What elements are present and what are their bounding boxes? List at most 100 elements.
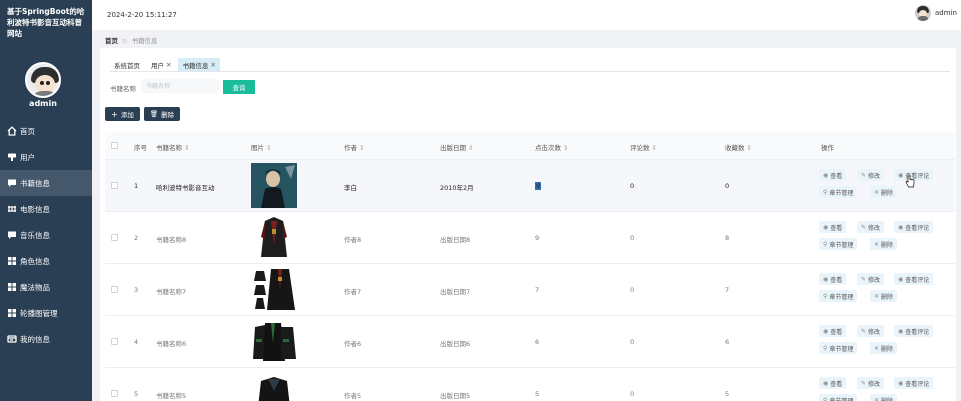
- row-checkbox[interactable]: [111, 390, 118, 397]
- view-comments-button[interactable]: ◉ 查看评论: [894, 273, 934, 285]
- sidebar-item-music[interactable]: 音乐信息: [0, 222, 92, 248]
- row-checkbox[interactable]: [111, 338, 118, 345]
- breadcrumb-current: 书籍信息: [131, 37, 158, 45]
- col-comments[interactable]: 评论数 ⇕: [630, 142, 657, 152]
- sort-icon[interactable]: ⇕: [266, 144, 271, 152]
- user-avatar[interactable]: [25, 62, 61, 98]
- view-button[interactable]: ◉ 查看: [819, 169, 847, 181]
- tab-books[interactable]: 书籍信息 ✕: [178, 58, 220, 71]
- search-input[interactable]: [141, 79, 219, 93]
- delete-button[interactable]: 🗑 删除: [144, 107, 180, 121]
- select-all-checkbox[interactable]: [111, 142, 118, 149]
- view-button-label: 查看: [830, 276, 843, 284]
- col-author[interactable]: 作者 ⇕: [344, 142, 364, 152]
- col-clicks[interactable]: 点击次数 ⇕: [535, 142, 568, 152]
- col-name[interactable]: 书籍名称 ⇕: [156, 142, 189, 152]
- edit-button[interactable]: ✎ 修改: [857, 273, 885, 285]
- add-button-label: 添加: [120, 111, 134, 119]
- edit-button-label: 修改: [868, 380, 881, 388]
- home-icon: [6, 126, 17, 137]
- sidebar-item-label: 音乐信息: [20, 230, 50, 240]
- header-avatar[interactable]: [915, 5, 931, 21]
- row-checkbox[interactable]: [111, 286, 118, 293]
- edit-button[interactable]: ✎ 修改: [857, 325, 885, 337]
- sort-icon[interactable]: ⇕: [563, 144, 568, 152]
- search-label: 书籍名称: [110, 85, 136, 93]
- table-row[interactable]: 4 书籍名称6 作者6 出版日期6 6 0 6 ◉ 查看 ✎ 修改 ◉ 查看评论 ⚲ 章…: [105, 316, 955, 368]
- sidebar-item-home[interactable]: 首页: [0, 118, 92, 144]
- view-comments-button[interactable]: ◉ 查看评论: [894, 221, 934, 233]
- book-image[interactable]: [251, 215, 297, 260]
- tab-label: 书籍信息: [182, 61, 209, 70]
- site-title: 基于SpringBoot的哈利波特书影音互动科普网站: [7, 7, 85, 38]
- col-image[interactable]: 图片 ⇕: [251, 142, 271, 152]
- chapter-manage-button[interactable]: ⚲ 章节管理: [819, 290, 858, 302]
- sort-icon[interactable]: ⇕: [747, 144, 752, 152]
- book-image[interactable]: [251, 163, 297, 208]
- row-delete-button[interactable]: ✕ 删除: [870, 290, 898, 302]
- table-row[interactable]: 1 哈利波特书影音互动 李白 2010年2月 9 0 0 ◉ 查看 ✎ 修改 ◉ 查看…: [105, 160, 955, 212]
- col-favorites[interactable]: 收藏数 ⇕: [725, 142, 752, 152]
- sidebar-item-magic-items[interactable]: 魔法物品: [0, 274, 92, 300]
- row-delete-button[interactable]: ✕ 删除: [870, 342, 898, 354]
- chapter-manage-button-label: 章节管理: [829, 397, 854, 401]
- edit-button-label: 修改: [868, 172, 881, 180]
- table-row[interactable]: 2 书籍名称8 作者8 出版日期8 9 0 8 ◉ 查看 ✎ 修改 ◉ 查看评论 ⚲ 章…: [105, 212, 955, 264]
- search-button[interactable]: 查询: [223, 80, 255, 94]
- chapter-manage-button[interactable]: ⚲ 章节管理: [819, 186, 858, 198]
- eye-icon: ◉: [823, 223, 829, 231]
- row-delete-button[interactable]: ✕ 删除: [870, 394, 898, 401]
- chapter-manage-button[interactable]: ⚲ 章节管理: [819, 238, 858, 250]
- sort-icon[interactable]: ⇕: [652, 144, 657, 152]
- sidebar-item-profile[interactable]: 我的信息: [0, 326, 92, 352]
- view-button[interactable]: ◉ 查看: [819, 325, 847, 337]
- col-clicks-label: 点击次数: [535, 144, 561, 152]
- row-delete-button[interactable]: ✕ 删除: [870, 238, 898, 250]
- sidebar-item-movies[interactable]: 电影信息: [0, 196, 92, 222]
- breadcrumb: 首页 ≡ 书籍信息: [105, 35, 157, 45]
- book-image[interactable]: [251, 371, 297, 401]
- view-comments-button[interactable]: ◉ 查看评论: [894, 377, 934, 389]
- edit-button[interactable]: ✎ 修改: [857, 377, 885, 389]
- sidebar-item-characters[interactable]: 角色信息: [0, 248, 92, 274]
- row-publish-date: 出版日期8: [440, 236, 471, 244]
- sort-icon[interactable]: ⇕: [184, 144, 189, 152]
- chapter-manage-button[interactable]: ⚲ 章节管理: [819, 342, 858, 354]
- tab-system-home[interactable]: 系统首页: [110, 58, 144, 71]
- chapter-manage-button[interactable]: ⚲ 章节管理: [819, 394, 858, 401]
- hand-cursor-icon: [905, 175, 915, 188]
- table-row[interactable]: 3 书籍名称7 作者7 出版日期7 7 0 7 ◉ 查看 ✎ 修改 ◉ 查看评论 ⚲ 章…: [105, 264, 955, 316]
- tab-user[interactable]: 用户 ✕: [147, 58, 175, 71]
- sidebar-item-carousel[interactable]: 轮播图管理: [0, 300, 92, 326]
- header-username[interactable]: admin: [935, 9, 957, 17]
- col-author-label: 作者: [344, 144, 357, 152]
- view-button[interactable]: ◉ 查看: [819, 377, 847, 389]
- sidebar-item-user[interactable]: 用户: [0, 144, 92, 170]
- col-date[interactable]: 出版日期 ⇕: [440, 142, 473, 152]
- close-icon[interactable]: ✕: [210, 61, 215, 69]
- breadcrumb-home[interactable]: 首页: [105, 37, 118, 45]
- table-row[interactable]: 5 书籍名称5 作者5 出版日期5 5 0 5 ◉ 查看 ✎ 修改 ◉ 查看评论 ⚲ 章…: [105, 368, 955, 401]
- add-button[interactable]: + 添加: [105, 107, 140, 121]
- sidebar-menu: 首页 用户 书籍信息 电影信息 音乐信息 角色信息 魔法物品 轮播图管理 我的信…: [0, 118, 92, 352]
- row-delete-button-label: 删除: [881, 241, 894, 249]
- book-image[interactable]: [251, 319, 297, 364]
- book-image[interactable]: [251, 267, 297, 312]
- edit-icon: ✎: [861, 223, 867, 231]
- sort-icon[interactable]: ⇕: [359, 144, 364, 152]
- sidebar-item-books[interactable]: 书籍信息: [0, 170, 92, 196]
- row-click-count: 7: [535, 286, 540, 294]
- close-icon[interactable]: ✕: [166, 61, 171, 69]
- edit-button-label: 修改: [868, 328, 881, 336]
- edit-button[interactable]: ✎ 修改: [857, 169, 885, 181]
- row-delete-button-label: 删除: [881, 189, 894, 197]
- row-checkbox[interactable]: [111, 234, 118, 241]
- sort-icon[interactable]: ⇕: [468, 144, 473, 152]
- view-button[interactable]: ◉ 查看: [819, 273, 847, 285]
- view-button[interactable]: ◉ 查看: [819, 221, 847, 233]
- row-delete-button[interactable]: ✕ 删除: [870, 186, 898, 198]
- row-checkbox[interactable]: [111, 182, 118, 189]
- edit-button[interactable]: ✎ 修改: [857, 221, 885, 233]
- tab-label: 系统首页: [114, 61, 140, 70]
- view-comments-button[interactable]: ◉ 查看评论: [894, 325, 934, 337]
